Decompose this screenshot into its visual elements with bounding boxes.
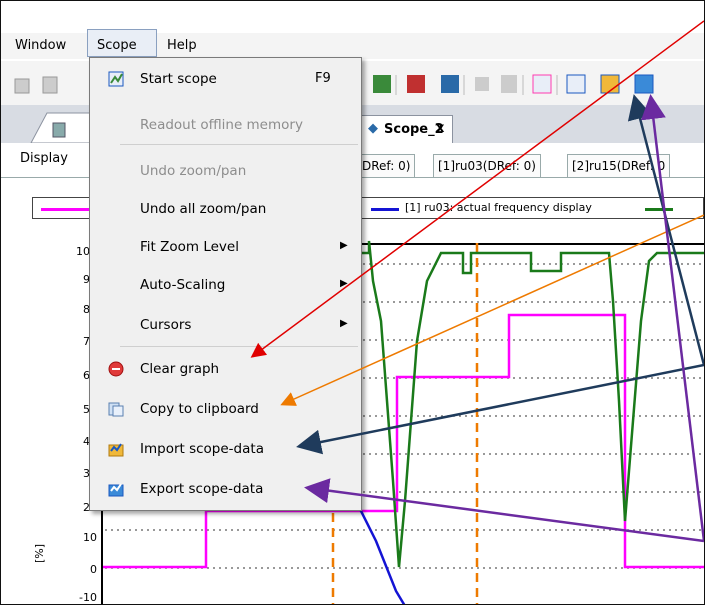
tab-scope-2[interactable]: ◆ Scope_2 x bbox=[359, 115, 453, 144]
tab-display[interactable]: Display bbox=[20, 151, 68, 166]
start-scope-icon bbox=[108, 71, 124, 87]
menu-item-start-scope[interactable]: Start scope F9 bbox=[90, 64, 361, 94]
menu-separator bbox=[120, 346, 358, 347]
legend-item-1: [1] ru03: actual frequency display bbox=[405, 201, 592, 214]
start-scope-shortcut: F9 bbox=[315, 71, 331, 86]
export-data-label: Export scope-data bbox=[140, 481, 264, 497]
export-scope-data-icon bbox=[108, 481, 124, 497]
copy-clipboard-label: Copy to clipboard bbox=[140, 401, 259, 417]
menu-help[interactable]: Help bbox=[167, 38, 197, 53]
tab-scope-1[interactable] bbox=[21, 109, 91, 143]
y-tick-70: 70 bbox=[37, 335, 97, 348]
menu-scope[interactable]: Scope bbox=[97, 38, 137, 53]
submenu-arrow-icon: ▶ bbox=[340, 278, 348, 289]
y-tick-90: 90 bbox=[37, 273, 97, 286]
menu-window[interactable]: Window bbox=[15, 38, 66, 53]
tab-close-icon[interactable]: x bbox=[436, 121, 444, 136]
menu-item-import-data[interactable]: Import scope-data bbox=[90, 434, 361, 464]
menu-item-cursors[interactable]: Cursors ▶ bbox=[90, 310, 361, 340]
import-scope-data-icon bbox=[108, 441, 124, 457]
legend-swatch-magenta bbox=[41, 208, 89, 211]
cursors-label: Cursors bbox=[140, 317, 192, 333]
clear-graph-label: Clear graph bbox=[140, 361, 220, 377]
tab-ref-2[interactable]: [2]ru15(DRef: 0 bbox=[567, 154, 671, 178]
clear-graph-icon bbox=[108, 361, 124, 377]
y-tick-100: 100 bbox=[76, 245, 97, 258]
scope-tab-icon: ◆ bbox=[368, 121, 378, 136]
y-tick-40: 40 bbox=[37, 435, 97, 448]
menu-item-export-data[interactable]: Export scope-data bbox=[90, 474, 361, 504]
import-data-label: Import scope-data bbox=[140, 441, 264, 457]
menu-item-fit-zoom[interactable]: Fit Zoom Level ▶ bbox=[90, 232, 361, 262]
undo-zoom-label: Undo zoom/pan bbox=[140, 163, 247, 179]
menu-separator bbox=[120, 144, 358, 145]
submenu-arrow-icon: ▶ bbox=[340, 318, 348, 329]
y-tick-0: 0 bbox=[90, 563, 97, 576]
auto-scaling-label: Auto-Scaling bbox=[140, 277, 226, 293]
legend-swatch-blue bbox=[371, 208, 399, 211]
fit-zoom-label: Fit Zoom Level bbox=[140, 239, 239, 255]
undo-all-zoom-label: Undo all zoom/pan bbox=[140, 201, 267, 217]
menu-item-clear-graph[interactable]: Clear graph bbox=[90, 354, 361, 384]
y-tick-10: 10 bbox=[83, 531, 97, 544]
tab-scope-2-label: Scope_2 bbox=[384, 122, 444, 137]
menu-item-undo-all-zoom[interactable]: Undo all zoom/pan bbox=[90, 194, 361, 224]
readout-label: Readout offline memory bbox=[140, 117, 303, 133]
y-tick-30: 30 bbox=[37, 467, 97, 480]
legend-swatch-green bbox=[645, 208, 673, 211]
tab-ref-1[interactable]: [1]ru03(DRef: 0) bbox=[433, 154, 541, 178]
clipboard-icon bbox=[108, 401, 124, 417]
y-tick-60: 60 bbox=[37, 369, 97, 382]
scope-dropdown-menu: Start scope F9 Readout offline memory Un… bbox=[89, 57, 362, 511]
y-tick-80: 80 bbox=[37, 303, 97, 316]
application-window: Window Scope Help ◆ Scope_2 x Display DR… bbox=[0, 0, 705, 605]
start-scope-label: Start scope bbox=[140, 71, 217, 87]
tab-ref-0[interactable]: DRef: 0) bbox=[357, 154, 416, 178]
y-tick-20: 20 bbox=[37, 501, 97, 514]
menu-item-copy-clipboard[interactable]: Copy to clipboard bbox=[90, 394, 361, 424]
submenu-arrow-icon: ▶ bbox=[340, 240, 348, 251]
menu-item-auto-scaling[interactable]: Auto-Scaling ▶ bbox=[90, 270, 361, 300]
menu-item-undo-zoom[interactable]: Undo zoom/pan bbox=[90, 156, 361, 186]
y-tick-50: 50 bbox=[37, 403, 97, 416]
menu-item-readout[interactable]: Readout offline memory bbox=[90, 110, 361, 140]
y-tick-minus-10: -10 bbox=[79, 591, 97, 604]
y-axis-unit: [%] bbox=[33, 543, 46, 563]
